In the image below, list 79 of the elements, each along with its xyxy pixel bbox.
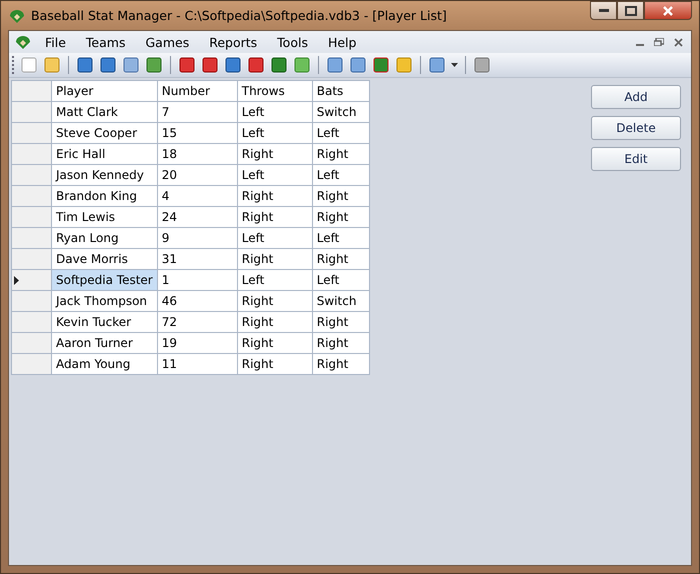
table-cell: 46 xyxy=(157,290,238,312)
current-row-icon xyxy=(14,276,19,284)
close-icon[interactable] xyxy=(674,38,683,46)
table-cell: Eric Hall xyxy=(52,144,158,164)
table-cell: Left xyxy=(312,228,370,248)
table-cell: Left xyxy=(237,228,312,248)
table-cell: Aaron Turner xyxy=(52,332,158,354)
minimize-button[interactable] xyxy=(590,1,617,20)
table-cell: Tim Lewis xyxy=(52,206,158,228)
table-cell: Right xyxy=(237,332,312,354)
caret-icon[interactable] xyxy=(451,63,458,67)
action-button[interactable]: Edit xyxy=(591,147,681,171)
table-cell: Left xyxy=(312,164,370,186)
maximize-icon xyxy=(624,6,636,16)
table-cell: Right xyxy=(237,354,312,374)
baseball-field-icon xyxy=(15,34,31,50)
table-cell: 7 xyxy=(157,102,238,122)
table-cell: Right xyxy=(237,144,312,164)
grip-icon xyxy=(12,56,15,74)
menu-item[interactable]: Help xyxy=(318,34,366,50)
table-cell: Left xyxy=(237,164,312,186)
restore-icon[interactable] xyxy=(654,38,664,46)
table-cell: Adam Young xyxy=(52,354,158,374)
row-header[interactable] xyxy=(12,270,52,290)
table-cell: 20 xyxy=(157,164,238,186)
table-cell: 18 xyxy=(157,144,238,164)
table-cell: Right xyxy=(312,144,370,164)
table-cell: 1 xyxy=(157,270,238,290)
table-cell: Kevin Tucker xyxy=(52,312,158,332)
table-cell: Right xyxy=(312,186,370,206)
table-cell: Ryan Long xyxy=(52,228,158,248)
table-cell: Left xyxy=(237,122,312,144)
minimize-icon xyxy=(598,9,608,12)
table-cell: Left xyxy=(312,270,370,290)
table-cell: Jason Kennedy xyxy=(52,164,158,186)
table-cell: Right xyxy=(237,206,312,228)
table-cell: Right xyxy=(312,206,370,228)
table-cell: Jack Thompson xyxy=(52,290,158,312)
table-cell: Steve Cooper xyxy=(52,122,158,144)
table-cell: 31 xyxy=(157,248,238,270)
table-cell: Right xyxy=(237,186,312,206)
table-cell: 15 xyxy=(157,122,238,144)
table-cell: Right xyxy=(237,312,312,332)
table-cell: Softpedia Tester xyxy=(52,270,158,290)
table-cell: Left xyxy=(237,102,312,122)
menu-item[interactable]: File xyxy=(35,34,76,50)
window-title: Baseball Stat Manager - C:\Softpedia\Softpedia.vdb3 - [Player List] xyxy=(31,8,447,23)
table-cell: 4 xyxy=(157,186,238,206)
menu-item[interactable]: Tools xyxy=(267,34,318,50)
action-button[interactable]: Add xyxy=(591,85,681,109)
close-button[interactable] xyxy=(644,1,692,20)
table-cell: Right xyxy=(237,248,312,270)
table-cell: 11 xyxy=(157,354,238,374)
table-cell: Switch xyxy=(312,102,370,122)
menu-item[interactable]: Teams xyxy=(76,34,136,50)
column-header[interactable]: Number xyxy=(157,80,238,102)
column-header[interactable]: Player xyxy=(52,80,158,102)
table-cell: Brandon King xyxy=(52,186,158,206)
baseball-field-icon xyxy=(9,8,25,24)
table-cell: 9 xyxy=(157,228,238,248)
close-icon xyxy=(662,6,674,16)
table-cell: Right xyxy=(237,290,312,312)
action-button[interactable]: Delete xyxy=(591,116,681,140)
table-cell: Switch xyxy=(312,290,370,312)
table-cell: Left xyxy=(237,270,312,290)
maximize-button[interactable] xyxy=(617,1,644,20)
column-header[interactable]: Throws xyxy=(237,80,312,102)
table-cell: Right xyxy=(312,332,370,354)
table-cell: Right xyxy=(312,312,370,332)
table-cell: Right xyxy=(312,354,370,374)
menu-item[interactable]: Reports xyxy=(199,34,268,50)
column-header[interactable]: Bats xyxy=(312,80,370,102)
table-cell: 19 xyxy=(157,332,238,354)
table-cell: Right xyxy=(312,248,370,270)
table-cell: 24 xyxy=(157,206,238,228)
menu-item[interactable]: Games xyxy=(135,34,200,50)
table-cell: Left xyxy=(312,122,370,144)
table-cell: 72 xyxy=(157,312,238,332)
table-cell: Matt Clark xyxy=(52,102,158,122)
